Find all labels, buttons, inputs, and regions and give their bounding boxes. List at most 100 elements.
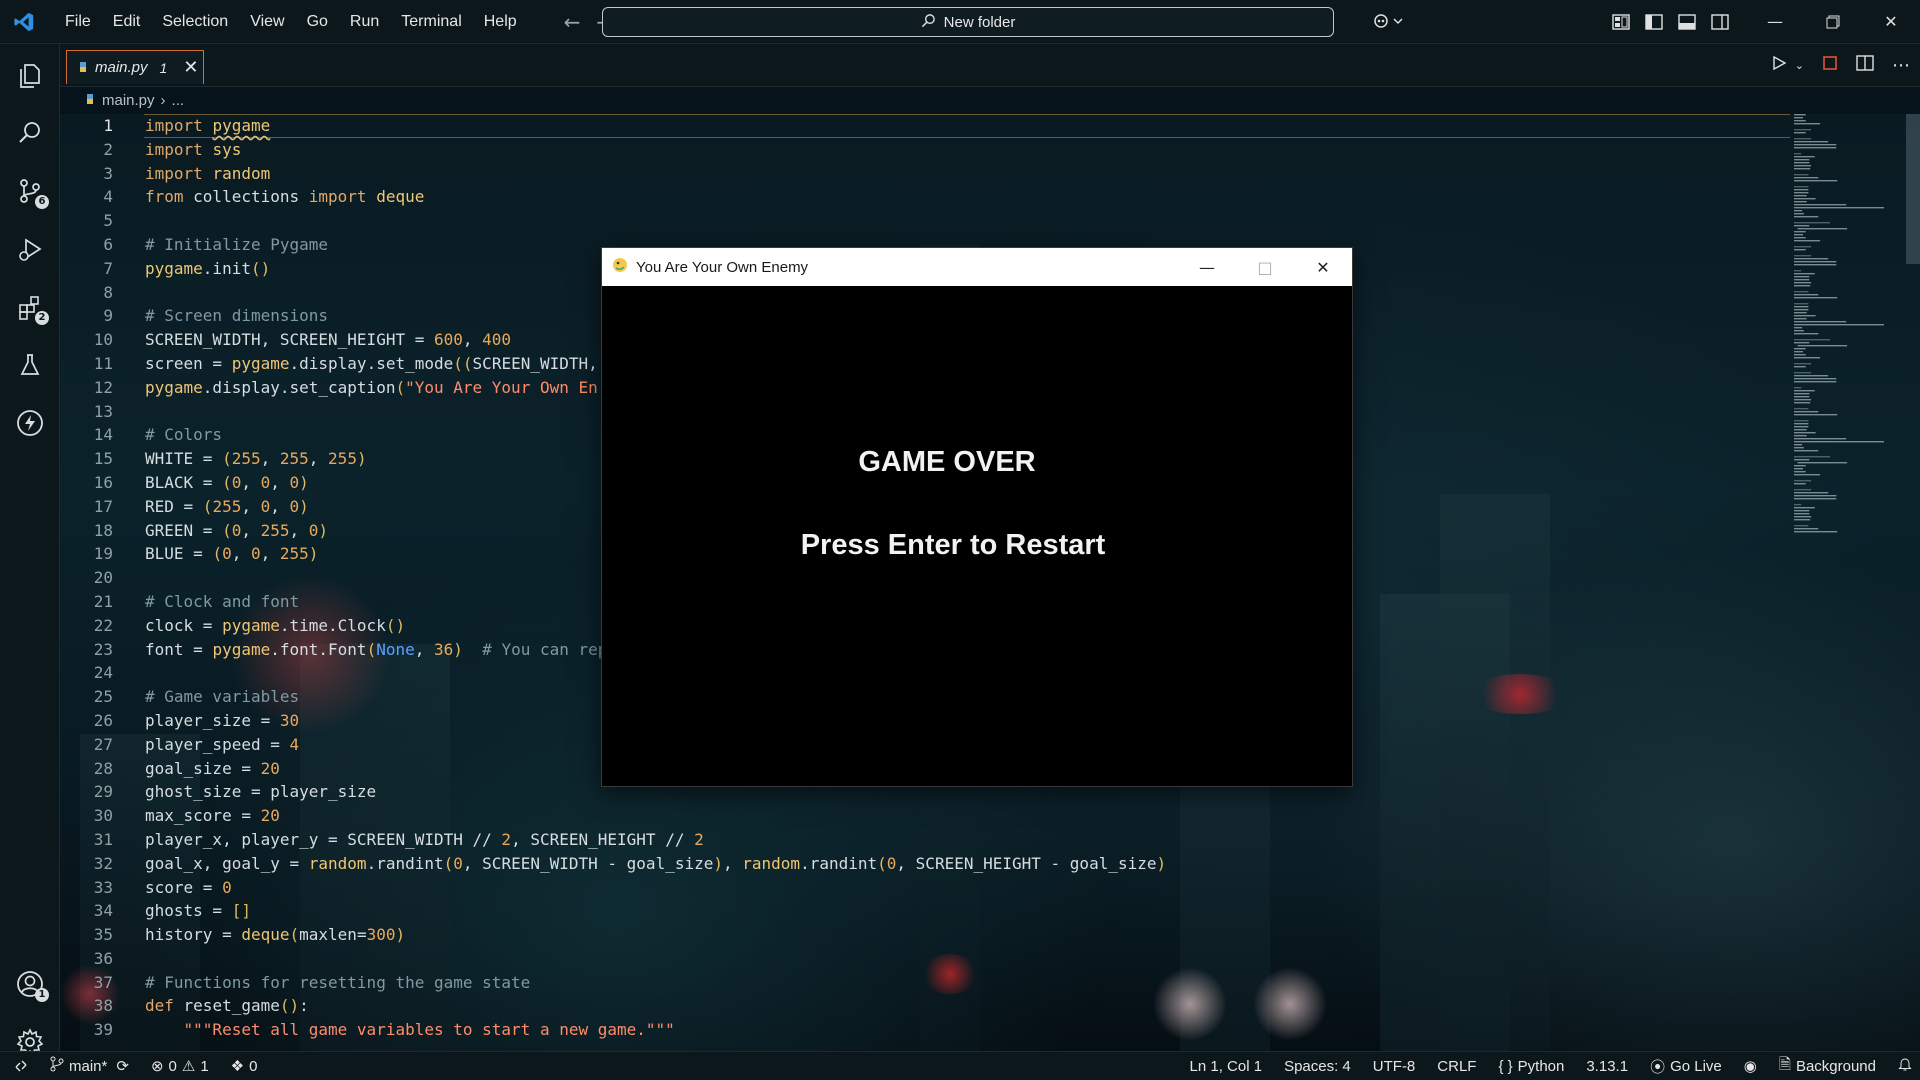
code-line[interactable]: 33 score = 0 <box>60 876 1920 900</box>
restore-window-icon[interactable] <box>1804 0 1862 43</box>
toggle-panel-icon[interactable] <box>1670 0 1703 43</box>
pygame-window[interactable]: You Are Your Own Enemy — □ ✕ GAME OVER P… <box>601 247 1353 787</box>
run-dropdown-chevron-icon[interactable]: ⌄ <box>1795 59 1804 72</box>
line-number: 21 <box>93 591 113 611</box>
pygame-canvas[interactable]: GAME OVER Press Enter to Restart <box>602 286 1352 786</box>
back-arrow-icon[interactable]: ← <box>564 10 581 34</box>
code-line[interactable]: 32 goal_x, goal_y = random.randint(0, SCR… <box>60 852 1920 876</box>
git-branch-icon <box>50 1056 64 1076</box>
minimap-line <box>1794 177 1819 179</box>
code-line[interactable]: 30 max_score = 20 <box>60 804 1920 828</box>
breadcrumb-symbol[interactable]: ... <box>172 92 185 109</box>
code-line[interactable]: 39 """Reset all game variables to start … <box>60 1018 1920 1042</box>
problems-status[interactable]: ⊗ 0 ⚠ 1 <box>151 1057 209 1076</box>
code-text: # Functions for resetting the game state <box>145 972 531 992</box>
testing-flask-icon[interactable] <box>0 341 59 389</box>
menu-terminal[interactable]: Terminal <box>390 0 472 43</box>
code-line[interactable]: 36 <box>60 947 1920 971</box>
close-window-icon[interactable]: ✕ <box>1862 0 1920 43</box>
customize-layout-icon[interactable] <box>1604 0 1637 43</box>
code-line[interactable]: 38 def reset_game(): <box>60 994 1920 1018</box>
minimap-line <box>1794 144 1837 146</box>
indentation[interactable]: Spaces: 4 <box>1284 1058 1351 1075</box>
minimap-line <box>1794 270 1802 272</box>
command-center-search[interactable]: New folder <box>602 7 1334 37</box>
minimap-line <box>1794 264 1837 266</box>
code-line[interactable]: 4 from collections import deque <box>60 185 1920 209</box>
minimap-line <box>1794 153 1802 155</box>
line-number: 18 <box>93 520 113 540</box>
encoding[interactable]: UTF-8 <box>1373 1058 1416 1075</box>
code-line[interactable]: 31 player_x, player_y = SCREEN_WIDTH // 2… <box>60 828 1920 852</box>
lightning-extension-icon[interactable] <box>0 399 59 447</box>
line-endings[interactable]: CRLF <box>1437 1058 1476 1075</box>
extensions-icon[interactable]: 2 <box>0 283 59 331</box>
warning-icon: ⚠ <box>181 1058 196 1075</box>
code-line[interactable]: 1 import pygame <box>60 114 1920 138</box>
minimize-window-icon[interactable]: — <box>1746 0 1804 43</box>
line-number: 25 <box>93 687 113 707</box>
explorer-icon[interactable] <box>0 51 59 99</box>
notifications-bell-icon[interactable] <box>1898 1057 1912 1076</box>
menu-run[interactable]: Run <box>339 0 390 43</box>
menu-view[interactable]: View <box>239 0 295 43</box>
copilot-icon[interactable] <box>1364 0 1414 43</box>
menu-file[interactable]: File <box>54 0 102 43</box>
code-line[interactable]: 34 ghosts = [] <box>60 899 1920 923</box>
accounts-icon[interactable]: 1 <box>0 960 59 1008</box>
code-line[interactable]: 2 import sys <box>60 138 1920 162</box>
search-sidebar-icon[interactable] <box>0 109 59 157</box>
code-line[interactable]: 37 # Functions for resetting the game sta… <box>60 971 1920 995</box>
minimap-line <box>1794 123 1821 125</box>
line-number: 29 <box>93 782 113 802</box>
copilot-status-icon[interactable]: ◉ <box>1744 1057 1757 1075</box>
breadcrumb-file[interactable]: main.py <box>102 92 155 109</box>
minimap-line <box>1794 120 1806 122</box>
run-debug-icon[interactable] <box>0 225 59 273</box>
background-extension[interactable]: 🗎 Background <box>1779 1054 1876 1079</box>
git-branch-status[interactable]: main* ⟳ <box>50 1056 129 1076</box>
tab-main-py[interactable]: main.py 1 ✕ <box>66 50 204 84</box>
python-interpreter[interactable]: 3.13.1 <box>1586 1058 1628 1075</box>
sync-icon[interactable]: ⟳ <box>116 1057 129 1075</box>
go-live-button[interactable]: ⦿ Go Live <box>1650 1056 1722 1077</box>
minimap-line <box>1794 420 1809 422</box>
pygame-title-bar[interactable]: You Are Your Own Enemy — □ ✕ <box>602 248 1352 286</box>
code-line[interactable]: 5 <box>60 209 1920 233</box>
menu-help[interactable]: Help <box>473 0 528 43</box>
language-mode[interactable]: { } Python <box>1498 1058 1564 1075</box>
cursor-position[interactable]: Ln 1, Col 1 <box>1190 1058 1263 1075</box>
code-line[interactable]: 35 history = deque(maxlen=300) <box>60 923 1920 947</box>
menu-go[interactable]: Go <box>296 0 339 43</box>
code-text: ghosts = [] <box>145 901 251 921</box>
more-actions-icon[interactable]: ⋯ <box>1892 55 1910 76</box>
toggle-secondary-sidebar-icon[interactable] <box>1703 0 1736 43</box>
braces-icon: { } <box>1498 1057 1513 1075</box>
line-number: 32 <box>93 853 113 873</box>
pygame-close-icon[interactable]: ✕ <box>1294 248 1352 286</box>
pygame-maximize-icon[interactable]: □ <box>1236 248 1294 286</box>
toggle-primary-sidebar-icon[interactable] <box>1637 0 1670 43</box>
split-editor-icon[interactable] <box>1856 55 1874 75</box>
minimap-line <box>1794 132 1806 134</box>
pygame-minimize-icon[interactable]: — <box>1178 248 1236 286</box>
code-text: def reset_game(): <box>145 996 309 1016</box>
minimap-line <box>1794 444 1803 446</box>
minimap-line <box>1794 117 1803 119</box>
editor-scrollbar[interactable] <box>1906 114 1920 264</box>
close-tab-icon[interactable]: ✕ <box>183 57 198 78</box>
run-python-file-icon[interactable] <box>1771 55 1787 75</box>
menu-edit[interactable]: Edit <box>102 0 152 43</box>
activity-bar: 6 2 1 <box>0 44 60 1056</box>
line-number: 20 <box>93 568 113 588</box>
code-text: import random <box>145 163 271 183</box>
vscode-logo-icon[interactable] <box>10 8 38 36</box>
line-number: 2 <box>103 139 113 159</box>
stop-debug-icon[interactable] <box>1822 55 1838 75</box>
minimap[interactable] <box>1790 114 1902 534</box>
remote-indicator-icon[interactable] <box>0 1059 42 1073</box>
code-line[interactable]: 3 import random <box>60 162 1920 186</box>
source-control-icon[interactable]: 6 <box>0 167 59 215</box>
menu-selection[interactable]: Selection <box>151 0 239 43</box>
ports-status[interactable]: ❖ 0 <box>231 1057 258 1076</box>
